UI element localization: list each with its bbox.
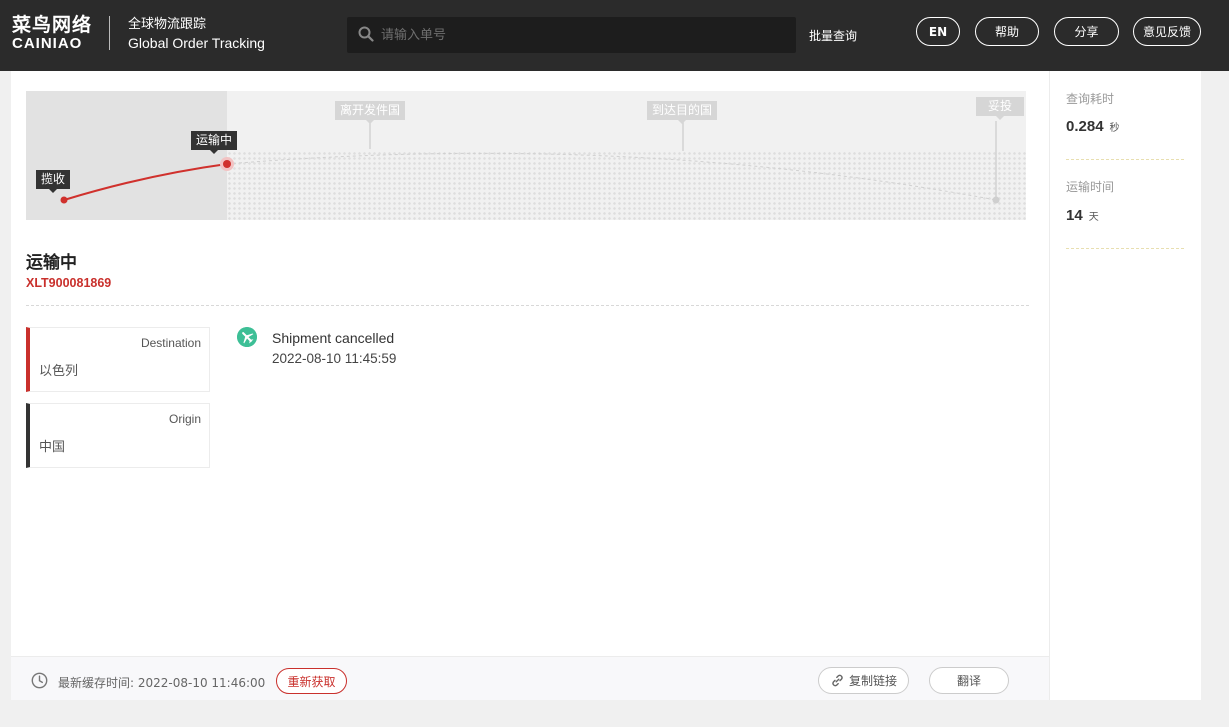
search-icon[interactable] — [358, 26, 374, 42]
top-header: 菜鸟网络 CAINIAO 全球物流跟踪 Global Order Trackin… — [0, 0, 1229, 71]
transit-time-unit: 天 — [1088, 212, 1099, 223]
origin-label: Origin — [168, 412, 201, 426]
pickup-point — [60, 196, 68, 204]
event-title: Shipment cancelled — [272, 330, 395, 346]
batch-query-link[interactable]: 批量查询 — [809, 27, 857, 44]
stage-tag-arrive-destination: 到达目的国 — [647, 101, 718, 124]
stat-divider — [1066, 159, 1184, 160]
link-icon — [832, 674, 843, 687]
stage-tag-leave-origin: 离开发件国 — [335, 101, 406, 124]
refresh-button[interactable]: 重新获取 — [276, 668, 347, 694]
translate-button[interactable]: 翻译 — [929, 667, 1009, 694]
stage-tag-in-transit: 运输中 — [191, 131, 238, 154]
transit-time-value: 14 — [1066, 207, 1083, 224]
origin-value: 中国 — [39, 440, 66, 455]
route-lines — [60, 121, 1000, 204]
stage-tag-delivered: 妥投 — [976, 97, 1025, 120]
transit-time-label: 运输时间 — [1066, 180, 1115, 194]
cache-time-label: 最新缓存时间: 2022-08-10 11:46:00 — [58, 676, 266, 690]
section-divider — [26, 305, 1029, 306]
tracking-main-panel: 揽收 运输中 离开发件国 到达目的国 妥投 运输中 XLT900081869 D… — [11, 71, 1049, 700]
search-box — [347, 17, 796, 53]
panel-footer: 最新缓存时间: 2022-08-10 11:46:00 重新获取 复制链接 翻译 — [11, 656, 1049, 700]
site-title: 全球物流跟踪 Global Order Tracking — [128, 16, 265, 52]
query-time-label: 查询耗时 — [1066, 92, 1115, 106]
share-button[interactable]: 分享 — [1054, 17, 1119, 46]
copy-link-button[interactable]: 复制链接 — [818, 667, 909, 694]
query-time-value: 0.284 — [1066, 118, 1104, 135]
route-progress-map: 揽收 运输中 离开发件国 到达目的国 妥投 — [26, 91, 1026, 220]
origin-card: Origin 中国 — [26, 403, 210, 468]
airplane-icon — [237, 327, 257, 347]
feedback-button[interactable]: 意见反馈 — [1133, 17, 1201, 46]
language-button[interactable]: EN — [916, 17, 960, 46]
stage-tag-pickup: 揽收 — [36, 170, 71, 193]
cainiao-logo[interactable]: 菜鸟网络 CAINIAO — [12, 14, 92, 52]
destination-card: Destination 以色列 — [26, 327, 210, 392]
help-button[interactable]: 帮助 — [975, 17, 1039, 46]
stats-sidebar: 查询耗时 0.284 秒 运输时间 14 天 — [1049, 71, 1201, 700]
current-point — [223, 160, 231, 168]
event-time: 2022-08-10 11:45:59 — [272, 351, 397, 366]
logo-english: CAINIAO — [12, 35, 83, 52]
stat-divider — [1066, 248, 1184, 249]
site-title-english: Global Order Tracking — [128, 35, 265, 51]
tracking-number-input[interactable] — [381, 17, 781, 53]
copy-link-label: 复制链接 — [848, 674, 897, 688]
logo-divider — [109, 16, 110, 50]
transit-time: 14 天 — [1066, 207, 1099, 224]
shipment-status: 运输中 — [26, 253, 77, 273]
clock-icon — [31, 672, 48, 689]
delivered-point — [992, 196, 1000, 204]
logo-chinese: 菜鸟网络 — [12, 14, 93, 36]
destination-value: 以色列 — [39, 364, 79, 379]
query-time-unit: 秒 — [1109, 123, 1120, 134]
tracking-number: XLT900081869 — [26, 276, 112, 290]
destination-label: Destination — [140, 336, 201, 350]
query-time: 0.284 秒 — [1066, 118, 1120, 135]
site-title-chinese: 全球物流跟踪 — [128, 17, 207, 32]
